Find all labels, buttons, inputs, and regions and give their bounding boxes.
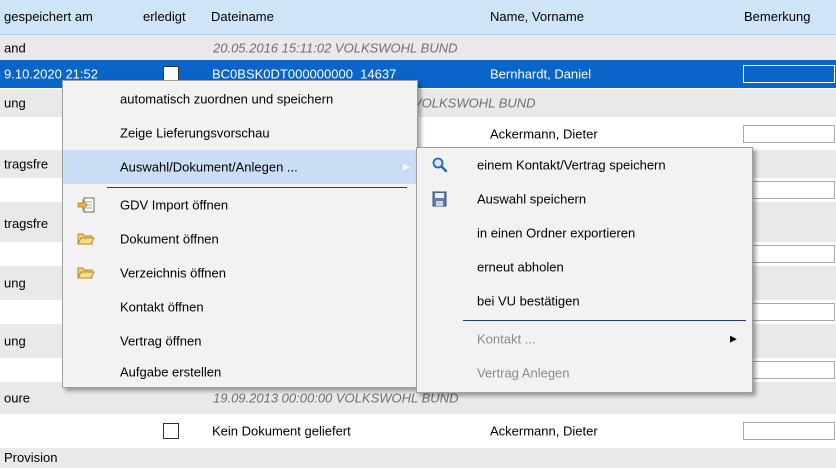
contact-name: Ackermann, Dieter <box>490 423 598 439</box>
submenu-item-label: erneut abholen <box>477 259 564 275</box>
menu-item-label: GDV Import öffnen <box>120 197 229 213</box>
remark-field[interactable] <box>743 245 835 263</box>
folder-icon <box>77 267 95 279</box>
group-label: ung <box>4 333 26 349</box>
column-header-done[interactable]: erledigt <box>143 9 186 24</box>
group-label: oure <box>4 390 31 406</box>
group-label: tragsfre <box>4 156 49 172</box>
menu-item-label: Verzeichnis öffnen <box>120 265 226 281</box>
menu-item-label: automatisch zuordnen und speichern <box>120 91 334 107</box>
submenu-item-save-selection[interactable]: Auswahl speichern <box>417 182 752 216</box>
submenu-item-save-to-contact[interactable]: einem Kontakt/Vertrag speichern <box>417 148 752 182</box>
submenu-item-label: bei VU bestätigen <box>477 293 580 309</box>
group-label: tragsfre <box>4 216 49 231</box>
group-label: ung <box>4 95 26 111</box>
contact-name: Ackermann, Dieter <box>490 126 598 142</box>
submenu-arrow-icon: ▶ <box>403 161 410 172</box>
group-label: and <box>4 40 26 55</box>
menu-separator <box>463 320 746 321</box>
submenu-item-confirm-vu[interactable]: bei VU bestätigen <box>417 284 752 318</box>
submenu-item-label: Kontakt ... <box>477 331 536 347</box>
grid-header: gespeichert am erledigt Dateiname Name, … <box>0 0 836 35</box>
remark-field[interactable] <box>743 361 835 379</box>
menu-item-create-task[interactable]: Aufgabe erstellen <box>63 358 417 386</box>
column-header-file[interactable]: Dateiname <box>211 9 274 24</box>
remark-field[interactable] <box>743 422 835 440</box>
menu-item-selection-submenu[interactable]: Auswahl/Dokument/Anlegen ... ▶ <box>63 150 417 184</box>
submenu-arrow-icon: ▶ <box>730 333 737 344</box>
submenu: einem Kontakt/Vertrag speichern Auswahl … <box>416 147 753 393</box>
done-checkbox[interactable] <box>163 423 179 439</box>
group-row[interactable]: Provision <box>0 448 836 468</box>
menu-item-label: Dokument öffnen <box>120 231 219 247</box>
menu-item-auto-assign[interactable]: automatisch zuordnen und speichern <box>63 82 417 116</box>
menu-item-open-document[interactable]: Dokument öffnen <box>63 222 417 256</box>
menu-item-label: Vertrag öffnen <box>120 333 202 349</box>
folder-icon <box>77 233 95 245</box>
table-row[interactable]: Kein Dokument geliefert Ackermann, Diete… <box>0 414 836 448</box>
menu-item-open-directory[interactable]: Verzeichnis öffnen <box>63 256 417 290</box>
file-name: Kein Dokument geliefert <box>212 423 351 439</box>
remark-field[interactable] <box>743 303 835 321</box>
menu-item-open-contract[interactable]: Vertrag öffnen <box>63 324 417 358</box>
group-info: VOLKSWOHL BUND <box>413 95 536 111</box>
save-icon <box>432 191 447 207</box>
column-header-saved[interactable]: gespeichert am <box>4 9 93 24</box>
contact-name: Bernhardt, Daniel <box>490 66 592 82</box>
menu-item-label: Aufgabe erstellen <box>120 364 222 380</box>
import-icon <box>77 197 95 213</box>
group-label: Provision <box>4 450 58 465</box>
submenu-item-label: einem Kontakt/Vertrag speichern <box>477 157 666 173</box>
submenu-item-create-contract[interactable]: Vertrag Anlegen <box>417 356 752 390</box>
group-row[interactable]: and 20.05.2016 15:11:02 VOLKSWOHL BUND <box>0 35 836 60</box>
menu-item-label: Auswahl/Dokument/Anlegen ... <box>120 159 298 175</box>
menu-item-label: Zeige Lieferungsvorschau <box>120 125 270 141</box>
menu-item-gdv-import[interactable]: GDV Import öffnen <box>63 188 417 222</box>
submenu-item-export-folder[interactable]: in einen Ordner exportieren <box>417 216 752 250</box>
submenu-item-label: Vertrag Anlegen <box>477 365 570 381</box>
menu-item-open-contact[interactable]: Kontakt öffnen <box>63 290 417 324</box>
menu-item-label: Kontakt öffnen <box>120 299 204 315</box>
column-header-name[interactable]: Name, Vorname <box>490 9 584 24</box>
submenu-item-label: in einen Ordner exportieren <box>477 225 636 241</box>
search-icon <box>432 157 448 173</box>
remark-field[interactable] <box>743 181 835 199</box>
remark-field[interactable] <box>743 65 835 83</box>
column-header-remark[interactable]: Bemerkung <box>744 9 810 24</box>
remark-field[interactable] <box>743 125 835 143</box>
group-label: ung <box>4 275 26 291</box>
submenu-item-fetch-again[interactable]: erneut abholen <box>417 250 752 284</box>
submenu-item-contact[interactable]: Kontakt ... ▶ <box>417 322 752 356</box>
group-info: 20.05.2016 15:11:02 VOLKSWOHL BUND <box>213 40 458 55</box>
submenu-item-label: Auswahl speichern <box>477 191 587 207</box>
menu-item-delivery-preview[interactable]: Zeige Lieferungsvorschau <box>63 116 417 150</box>
context-menu: automatisch zuordnen und speichern Zeige… <box>62 80 418 388</box>
